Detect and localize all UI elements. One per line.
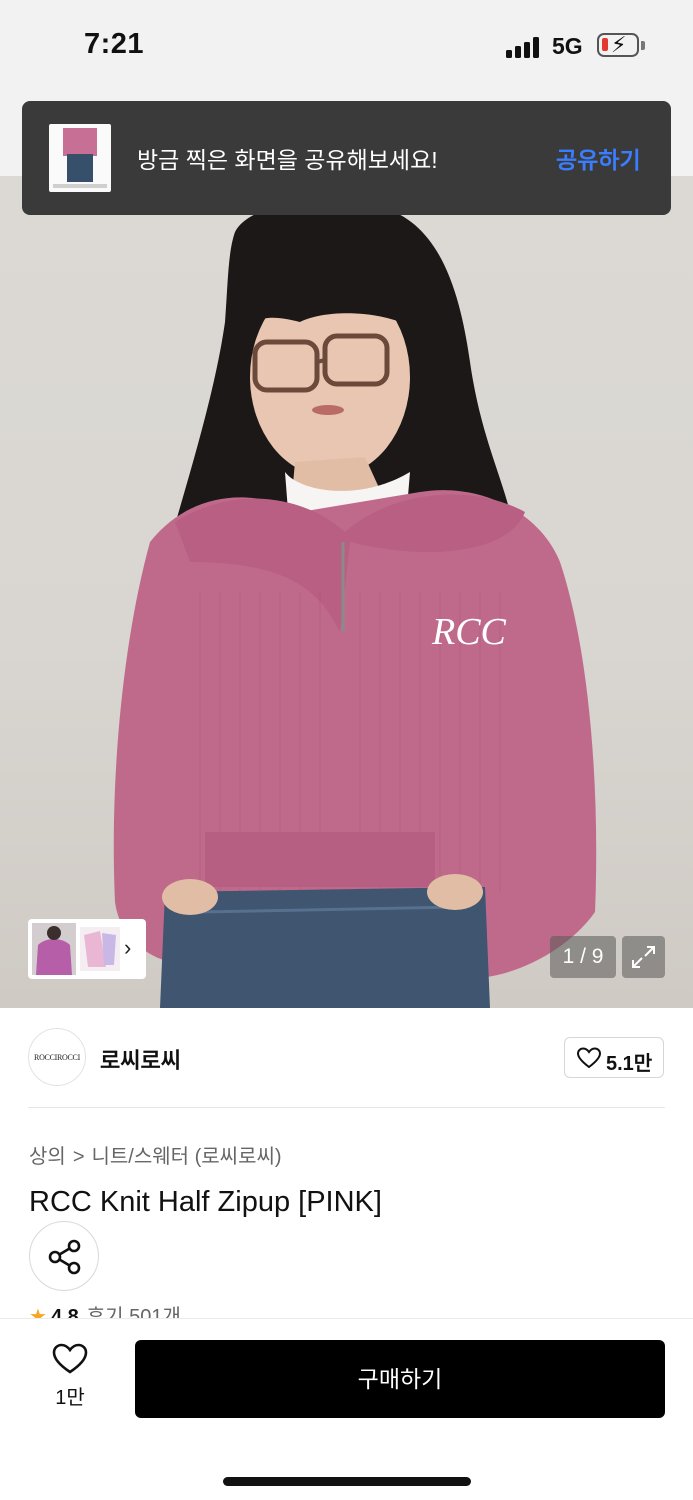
share-icon xyxy=(48,1239,81,1275)
heart-icon xyxy=(52,1343,88,1374)
breadcrumb-category[interactable]: 상의 xyxy=(29,1146,66,1168)
battery-tip xyxy=(641,41,645,50)
thumbnail-2[interactable] xyxy=(80,927,120,971)
breadcrumb-subcategory[interactable]: 니트/스웨터 (로씨로씨) xyxy=(92,1146,282,1168)
home-indicator[interactable] xyxy=(223,1477,471,1486)
battery-icon: ⚡ xyxy=(597,33,639,57)
embroidery-text: RCC xyxy=(431,611,507,653)
network-label: 5G xyxy=(552,33,583,59)
image-counter: 1 / 9 xyxy=(550,936,616,978)
thumbnail-1[interactable] xyxy=(32,923,76,975)
breadcrumb-separator: > xyxy=(72,1146,85,1168)
buy-button[interactable]: 구매하기 xyxy=(135,1340,665,1418)
toast-message: 방금 찍은 화면을 공유해보세요! xyxy=(137,147,438,173)
product-title: RCC Knit Half Zipup [PINK] xyxy=(29,1186,382,1218)
product-rating[interactable]: ★ 4.8 후기 501개 xyxy=(29,1300,181,1320)
share-now-button[interactable]: 공유하기 xyxy=(556,141,641,175)
wishlist-count: 1만 xyxy=(55,1387,85,1409)
share-button[interactable] xyxy=(29,1221,99,1291)
screenshot-thumbnail[interactable] xyxy=(49,124,111,192)
status-time: 7:21 xyxy=(84,28,145,60)
expand-icon[interactable] xyxy=(622,936,665,978)
brand-logo[interactable]: ROCCIROCCI xyxy=(28,1028,86,1086)
thumbnail-next-icon[interactable]: › xyxy=(124,935,131,961)
brand-name[interactable]: 로씨로씨 xyxy=(100,1043,181,1075)
thumbnail-strip[interactable]: › xyxy=(28,919,146,979)
screenshot-toast: 방금 찍은 화면을 공유해보세요! 공유하기 xyxy=(22,101,671,215)
heart-icon xyxy=(577,1047,601,1069)
wishlist-button[interactable]: 1만 xyxy=(40,1343,100,1413)
divider xyxy=(28,1107,665,1108)
product-photo: RCC xyxy=(113,200,597,1008)
breadcrumb: 상의 > 니트/스웨터 (로씨로씨) xyxy=(29,1140,282,1169)
brand-like-count: 5.1만 xyxy=(606,1053,653,1075)
brand-like-button[interactable]: 5.1만 xyxy=(564,1037,664,1078)
signal-icon xyxy=(506,36,542,58)
status-bar: 7:21 5G ⚡ xyxy=(0,0,693,92)
product-image[interactable]: RCC › 1 / 9 xyxy=(0,92,693,1008)
